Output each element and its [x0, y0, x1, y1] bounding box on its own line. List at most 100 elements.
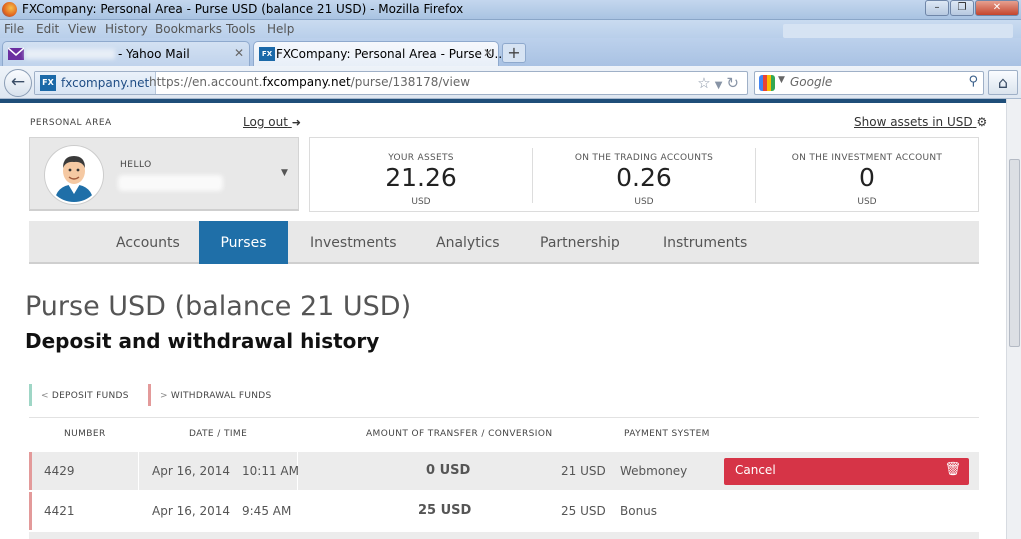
- withdrawal-label: WITHDRAWAL FUNDS: [170, 391, 272, 401]
- nav-partnership[interactable]: Partnership: [540, 221, 620, 264]
- deposit-funds-button[interactable]: < DEPOSIT FUNDS: [29, 384, 129, 406]
- asset-value: 0: [859, 163, 875, 192]
- asset-caption: ON THE INVESTMENT ACCOUNT: [791, 153, 943, 163]
- close-icon[interactable]: ✕: [234, 46, 244, 60]
- asset-trading: ON THE TRADING ACCOUNTS 0.26 USD: [533, 138, 755, 211]
- url-text[interactable]: https://en.account.fxcompany.net/purse/1…: [149, 75, 470, 89]
- yahoo-mail-icon: [8, 47, 24, 60]
- search-engine-dropdown-icon[interactable]: ▼: [778, 75, 785, 85]
- show-assets-label: Show assets in USD: [854, 115, 973, 129]
- cell-time: 9:45 AM: [242, 504, 292, 518]
- menu-tools[interactable]: Tools: [226, 22, 256, 36]
- cell-number: 4421: [44, 504, 75, 518]
- cancel-button[interactable]: Cancel 🗑: [724, 458, 969, 485]
- firefox-logo-icon: [2, 2, 17, 17]
- nav-accounts[interactable]: Accounts: [116, 221, 180, 264]
- menu-history[interactable]: History: [105, 22, 148, 36]
- tab-yahoo-mail[interactable]: - Yahoo Mail ✕: [2, 41, 250, 66]
- cell-amount: 25 USD: [418, 503, 472, 518]
- tab-fxcompany[interactable]: FX FXCompany: Personal Area - Purse U...…: [253, 41, 506, 66]
- column-header-payment-system: PAYMENT SYSTEM: [624, 429, 710, 439]
- username-redacted: [118, 175, 223, 191]
- main-navigation: Accounts Purses Investments Analytics Pa…: [29, 221, 979, 264]
- cancel-label: Cancel: [735, 463, 776, 477]
- row-status-bar: [29, 492, 32, 530]
- page-subtitle: Deposit and withdrawal history: [25, 329, 380, 353]
- withdrawal-funds-button[interactable]: > WITHDRAWAL FUNDS: [148, 384, 272, 406]
- site-identity-label: fxcompany.net: [61, 76, 150, 90]
- asset-caption: YOUR ASSETS: [388, 153, 454, 163]
- cell-payment-system: Webmoney: [620, 464, 688, 478]
- withdrawal-bar: [148, 384, 151, 406]
- url-path: /purse/138178/view: [350, 75, 471, 89]
- maximize-button[interactable]: ❐: [950, 0, 974, 16]
- cell-conversion: 25 USD: [561, 504, 606, 518]
- menu-edit[interactable]: Edit: [36, 22, 59, 36]
- divider: [29, 417, 979, 418]
- nav-investments[interactable]: Investments: [310, 221, 397, 264]
- window-title: FXCompany: Personal Area - Purse USD (ba…: [22, 2, 464, 16]
- reload-icon[interactable]: ↻: [726, 74, 743, 92]
- fx-favicon: FX: [259, 47, 275, 61]
- asset-value: 0.26: [616, 163, 672, 192]
- nav-analytics[interactable]: Analytics: [436, 221, 500, 264]
- home-button[interactable]: ⌂: [988, 70, 1018, 95]
- page-scrollbar[interactable]: [1006, 99, 1021, 539]
- asset-value: 21.26: [385, 163, 457, 192]
- address-bar[interactable]: FX fxcompany.net https://en.account.fxco…: [34, 71, 748, 95]
- dropdown-icon[interactable]: ▼: [715, 80, 727, 91]
- fx-favicon: FX: [40, 75, 56, 91]
- user-card[interactable]: HELLO ▼: [29, 137, 299, 211]
- show-assets-link[interactable]: Show assets in USD ⚙: [854, 115, 987, 129]
- search-icon[interactable]: ⚲: [968, 74, 978, 89]
- chevron-left-icon: <: [41, 391, 49, 401]
- close-icon[interactable]: ✕: [483, 46, 493, 60]
- table-row: [29, 532, 979, 539]
- cell-date: Apr 16, 2014: [152, 464, 231, 478]
- google-icon[interactable]: [759, 75, 775, 91]
- url-bar-icons: ☆▼↻: [697, 74, 743, 92]
- page-title: Purse USD (balance 21 USD): [25, 291, 412, 322]
- menu-bookmarks[interactable]: Bookmarks: [155, 22, 222, 36]
- cell-time: 10:11 AM: [242, 464, 299, 478]
- new-tab-button[interactable]: +: [502, 43, 526, 63]
- logout-link[interactable]: Log out ➜: [243, 115, 301, 129]
- window-titlebar: FXCompany: Personal Area - Purse USD (ba…: [0, 0, 1021, 20]
- scrollbar-thumb[interactable]: [1009, 159, 1020, 347]
- menu-help[interactable]: Help: [267, 22, 294, 36]
- site-identity-button[interactable]: FX fxcompany.net: [35, 72, 157, 94]
- trash-icon: 🗑: [944, 462, 961, 477]
- cell-amount: 0 USD: [426, 463, 471, 478]
- chevron-right-icon: >: [160, 391, 168, 401]
- avatar: [45, 146, 103, 204]
- nav-purses[interactable]: Purses: [199, 221, 288, 264]
- close-window-button[interactable]: ✕: [975, 0, 1019, 16]
- logout-icon: ➜: [291, 116, 301, 129]
- back-button[interactable]: ←: [4, 69, 32, 97]
- assets-summary: YOUR ASSETS 21.26 USD ON THE TRADING ACC…: [309, 137, 979, 212]
- table-row: 4421 Apr 16, 2014 9:45 AM 25 USD 25 USD …: [29, 492, 979, 530]
- tab-blurred-text: [25, 49, 115, 59]
- bookmark-star-icon[interactable]: ☆: [697, 74, 714, 92]
- url-domain: fxcompany.net: [262, 75, 351, 89]
- nav-instruments[interactable]: Instruments: [663, 221, 747, 264]
- tab-strip: - Yahoo Mail ✕ FX FXCompany: Personal Ar…: [0, 38, 1021, 66]
- tab-label: - Yahoo Mail: [118, 47, 190, 61]
- table-row: 4429 Apr 16, 2014 10:11 AM 0 USD 21 USD …: [29, 452, 979, 490]
- user-avatar-icon: [47, 148, 101, 202]
- chevron-down-icon[interactable]: ▼: [281, 168, 288, 178]
- gear-icon: ⚙: [976, 115, 988, 129]
- menu-view[interactable]: View: [68, 22, 96, 36]
- minimize-button[interactable]: –: [925, 0, 949, 16]
- menu-bar: File Edit View History Bookmarks Tools H…: [0, 20, 1021, 38]
- menu-blurred-area: [783, 24, 1013, 38]
- column-header-number: NUMBER: [64, 429, 106, 439]
- url-prefix: https://en.account.: [149, 75, 263, 89]
- column-header-date: DATE / TIME: [189, 429, 248, 439]
- menu-file[interactable]: File: [4, 22, 24, 36]
- search-bar[interactable]: ▼ Google ⚲: [754, 71, 984, 95]
- tab-label: FXCompany: Personal Area - Purse U...: [276, 47, 506, 61]
- column-header-amount: AMOUNT OF TRANSFER / CONVERSION: [366, 429, 553, 439]
- asset-unit: USD: [634, 197, 654, 207]
- asset-total: YOUR ASSETS 21.26 USD: [310, 138, 532, 211]
